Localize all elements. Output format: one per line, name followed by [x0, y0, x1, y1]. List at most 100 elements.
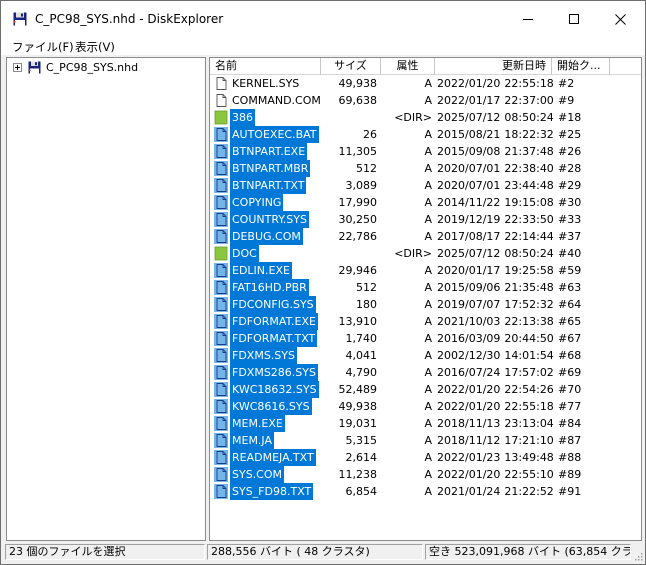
- file-date-time: 23:44:48: [504, 179, 554, 192]
- file-row[interactable]: FDXMS.SYS 4,041 A 2002/12/30 14:01:54 #68: [210, 347, 641, 364]
- column-header-date[interactable]: 更新日時: [435, 58, 552, 75]
- file-date-day: 2015/09/06: [437, 281, 501, 294]
- maximize-button[interactable]: [551, 1, 597, 37]
- file-row[interactable]: DEBUG.COM 22,786 A 2017/08/17 22:14:44 #37: [210, 228, 641, 245]
- file-attribute: A: [424, 77, 432, 90]
- close-button[interactable]: [597, 1, 643, 37]
- file-attribute: A: [424, 94, 432, 107]
- file-date-day: 2019/12/19: [437, 213, 501, 226]
- file-list[interactable]: 名前 サイズ 属性 更新日時 開始ク... KERNEL.SYS 49,938 A 2…: [209, 57, 642, 541]
- file-date: 2022/01/17 22:37:00: [437, 92, 554, 109]
- file-date-time: 22:54:26: [504, 383, 554, 396]
- tree-item-root[interactable]: C_PC98_SYS.nhd: [46, 61, 138, 74]
- file-row[interactable]: FDCONFIG.SYS 180 A 2019/07/07 17:52:32 #64: [210, 296, 641, 313]
- file-date: 2019/07/07 17:52:32: [437, 296, 554, 313]
- resize-grip-icon[interactable]: [633, 551, 643, 561]
- file-date-time: 21:37:48: [504, 145, 554, 158]
- file-date: 2022/01/20 22:55:18: [437, 398, 554, 415]
- file-start-cluster: #25: [558, 128, 582, 141]
- file-row[interactable]: EDLIN.EXE 29,946 A 2020/01/17 19:25:58 #59: [210, 262, 641, 279]
- file-attribute: A: [424, 400, 432, 413]
- file-date-time: 08:50:24: [504, 111, 554, 124]
- file-name: READMEJA.TXT: [230, 449, 316, 466]
- file-attribute: A: [424, 213, 432, 226]
- file-row[interactable]: DOC <DIR> 2025/07/12 08:50:24 #40: [210, 245, 641, 262]
- file-row[interactable]: COMMAND.COM 69,638 A 2022/01/17 22:37:00 #9: [210, 92, 641, 109]
- file-row[interactable]: COPYING 17,990 A 2014/11/22 19:15:08 #30: [210, 194, 641, 211]
- file-icon: [214, 416, 228, 431]
- file-row[interactable]: READMEJA.TXT 2,614 A 2022/01/23 13:49:48 #88: [210, 449, 641, 466]
- file-date: 2025/07/12 08:50:24: [437, 245, 554, 262]
- file-row[interactable]: BTNPART.MBR 512 A 2020/07/01 22:38:40 #28: [210, 160, 641, 177]
- status-used-bytes: 288,556 バイト ( 48 クラスタ): [207, 544, 423, 560]
- file-date-day: 2025/07/12: [437, 111, 501, 124]
- file-name: 386: [230, 109, 255, 126]
- file-row[interactable]: FDFORMAT.EXE 13,910 A 2021/10/03 22:13:38 #65: [210, 313, 641, 330]
- expand-icon[interactable]: [13, 63, 22, 72]
- folder-tree[interactable]: C_PC98_SYS.nhd: [6, 57, 206, 541]
- minimize-icon: [523, 19, 533, 20]
- menu-file[interactable]: ファイル(F): [12, 39, 74, 55]
- column-header-cluster[interactable]: 開始ク...: [552, 58, 610, 75]
- file-start-cluster: #69: [558, 366, 582, 379]
- file-name: BTNPART.EXE: [230, 143, 308, 160]
- file-row[interactable]: BTNPART.TXT 3,089 A 2020/07/01 23:44:48 #29: [210, 177, 641, 194]
- file-row[interactable]: AUTOEXEC.BAT 26 A 2015/08/21 18:22:32 #25: [210, 126, 641, 143]
- file-size: 11,238: [338, 468, 378, 481]
- file-row[interactable]: 386 <DIR> 2025/07/12 08:50:24 #18: [210, 109, 641, 126]
- file-date-day: 2022/01/20: [437, 468, 501, 481]
- app-window: C_PC98_SYS.nhd - DiskExplorer ファイル(F) 表示…: [0, 0, 646, 565]
- file-row[interactable]: MEM.EXE 19,031 A 2018/11/13 23:13:04 #84: [210, 415, 641, 432]
- file-name: SYS_FD98.TXT: [230, 483, 314, 500]
- file-date: 2020/01/17 19:25:58: [437, 262, 554, 279]
- file-date-time: 23:13:04: [504, 417, 554, 430]
- file-row[interactable]: MEM.JA 5,315 A 2018/11/12 17:21:10 #87: [210, 432, 641, 449]
- file-icon: [214, 365, 228, 380]
- column-header-name[interactable]: 名前: [210, 58, 321, 75]
- file-row[interactable]: KWC18632.SYS 52,489 A 2022/01/20 22:54:26 #70: [210, 381, 641, 398]
- file-row[interactable]: KERNEL.SYS 49,938 A 2022/01/20 22:55:18 #2: [210, 75, 641, 92]
- file-date-day: 2015/09/08: [437, 145, 501, 158]
- column-header-size[interactable]: サイズ: [321, 58, 381, 75]
- file-start-cluster: #67: [558, 332, 582, 345]
- file-date-day: 2022/01/17: [437, 94, 501, 107]
- column-header-attr[interactable]: 属性: [381, 58, 435, 75]
- file-icon: [214, 195, 228, 210]
- file-date-time: 22:37:00: [504, 94, 554, 107]
- file-attribute: A: [424, 349, 432, 362]
- menu-view[interactable]: 表示(V): [75, 39, 115, 55]
- file-name: KWC18632.SYS: [230, 381, 319, 398]
- file-row[interactable]: FDFORMAT.TXT 1,740 A 2016/03/09 20:44:50 #67: [210, 330, 641, 347]
- file-row[interactable]: SYS_FD98.TXT 6,854 A 2021/01/24 21:22:52 #91: [210, 483, 641, 500]
- title-bar[interactable]: C_PC98_SYS.nhd - DiskExplorer: [1, 1, 645, 37]
- file-row[interactable]: FDXMS286.SYS 4,790 A 2016/07/24 17:57:02 #69: [210, 364, 641, 381]
- file-size: 2,614: [345, 451, 378, 464]
- file-icon: [214, 127, 228, 142]
- file-size: 49,938: [338, 77, 378, 90]
- file-date: 2022/01/20 22:55:10: [437, 466, 554, 483]
- file-date: 2022/01/20 22:54:26: [437, 381, 554, 398]
- file-date-day: 2025/07/12: [437, 247, 501, 260]
- file-date-time: 19:25:58: [504, 264, 554, 277]
- file-attribute: A: [424, 468, 432, 481]
- file-start-cluster: #89: [558, 468, 582, 481]
- file-date-day: 2002/12/30: [437, 349, 501, 362]
- file-row[interactable]: BTNPART.EXE 11,305 A 2015/09/08 21:37:48 #26: [210, 143, 641, 160]
- file-start-cluster: #59: [558, 264, 582, 277]
- file-row[interactable]: FAT16HD.PBR 512 A 2015/09/06 21:35:48 #63: [210, 279, 641, 296]
- file-size: 5,315: [345, 434, 378, 447]
- file-date: 2018/11/12 17:21:10: [437, 432, 554, 449]
- file-start-cluster: #84: [558, 417, 582, 430]
- file-size: 4,041: [345, 349, 378, 362]
- file-icon: [214, 297, 228, 312]
- file-size: [322, 245, 377, 262]
- file-row[interactable]: KWC8616.SYS 49,938 A 2022/01/20 22:55:18 #77: [210, 398, 641, 415]
- file-name: BTNPART.MBR: [230, 160, 311, 177]
- file-date-time: 22:33:50: [504, 213, 554, 226]
- file-attribute: A: [424, 179, 432, 192]
- file-attribute: A: [424, 366, 432, 379]
- minimize-button[interactable]: [505, 1, 551, 37]
- file-date-day: 2016/07/24: [437, 366, 501, 379]
- file-row[interactable]: COUNTRY.SYS 30,250 A 2019/12/19 22:33:50 #33: [210, 211, 641, 228]
- file-row[interactable]: SYS.COM 11,238 A 2022/01/20 22:55:10 #89: [210, 466, 641, 483]
